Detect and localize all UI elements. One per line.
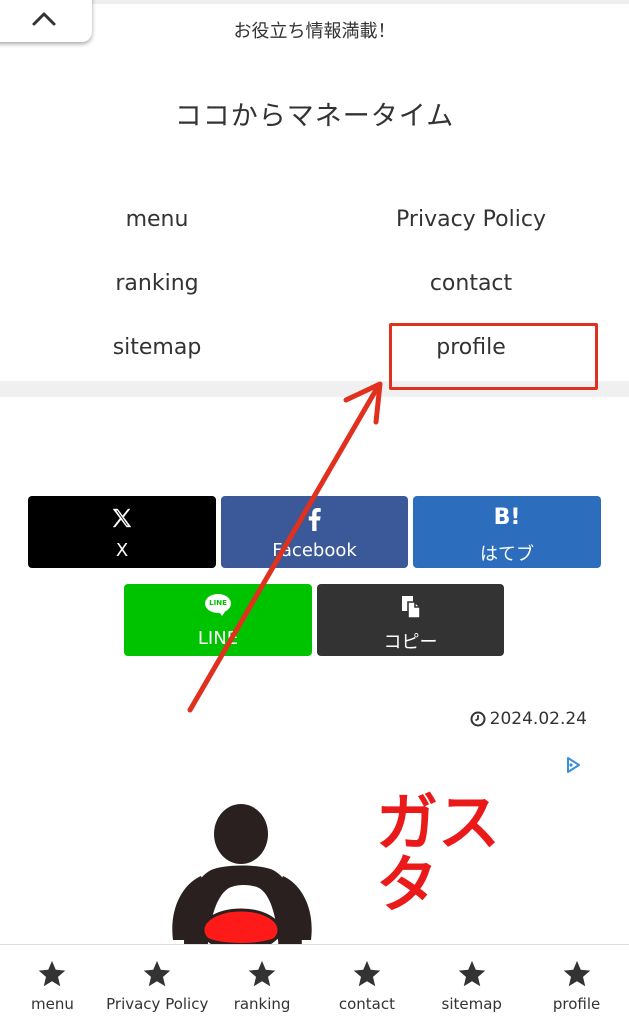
bottom-nav: menu Privacy Policy ranking contact site… (0, 944, 629, 1024)
share-x-label: X (115, 540, 129, 561)
nav-item-privacy-policy[interactable]: Privacy Policy (314, 207, 628, 232)
star-icon (458, 960, 485, 987)
bottom-nav-privacy-policy[interactable]: Privacy Policy (105, 945, 210, 1024)
post-date: 2024.02.24 (470, 709, 587, 729)
share-x-button[interactable]: X (28, 496, 216, 568)
star-icon (248, 960, 276, 987)
star-icon (353, 960, 381, 987)
nav-item-contact[interactable]: contact (314, 271, 628, 296)
bottom-nav-label: sitemap (441, 995, 502, 1013)
site-tagline: お役立ち情報満載！ (233, 21, 396, 42)
nav-item-sitemap[interactable]: sitemap (0, 335, 314, 360)
share-line-button[interactable]: LINE LINE (124, 584, 312, 656)
top-divider (0, 0, 629, 4)
share-copy-button[interactable]: コピー (317, 584, 504, 656)
bottom-nav-ranking[interactable]: ranking (210, 945, 315, 1024)
line-logo-icon: LINE (205, 594, 231, 616)
share-facebook-label: Facebook (272, 540, 357, 561)
bottom-nav-label: ranking (233, 995, 291, 1013)
nav-item-menu[interactable]: menu (0, 207, 314, 232)
post-date-text: 2024.02.24 (489, 709, 587, 729)
facebook-f-icon (308, 508, 321, 531)
star-icon (563, 960, 590, 987)
bottom-nav-contact[interactable]: contact (314, 945, 419, 1024)
person-illustration (172, 804, 312, 948)
bottom-nav-label: menu (30, 995, 74, 1013)
top-bar: お役立ち情報満載！ (0, 0, 629, 48)
page: お役立ち情報満載！ ココからマネータイム menu Privacy Policy… (0, 0, 629, 1024)
bottom-nav-profile[interactable]: profile (524, 945, 629, 1024)
highlight-annotation-box (389, 323, 598, 390)
bottom-nav-label: profile (552, 995, 601, 1013)
copy-icon (401, 596, 421, 619)
share-line-label: LINE (197, 628, 239, 649)
ad-banner-image[interactable]: ガスタ (100, 782, 560, 948)
site-title[interactable]: ココからマネータイム (0, 94, 629, 133)
share-copy-label: コピー (383, 632, 438, 653)
bottom-nav-label: Privacy Policy (106, 995, 209, 1013)
ad-text: ガスタ (376, 786, 501, 921)
share-hatena-button[interactable]: B! はてブ (413, 496, 601, 568)
share-hatena-label: はてブ (480, 544, 534, 565)
bottom-nav-label: contact (338, 995, 395, 1013)
x-logo-icon (112, 508, 132, 528)
clock-icon (470, 711, 486, 727)
share-facebook-button[interactable]: Facebook (221, 496, 408, 568)
bottom-nav-sitemap[interactable]: sitemap (419, 945, 524, 1024)
hatena-b-icon: B! (493, 505, 521, 530)
ad-choices-icon[interactable] (564, 756, 582, 774)
nav-item-ranking[interactable]: ranking (0, 271, 314, 296)
bottom-nav-menu[interactable]: menu (0, 945, 105, 1024)
star-icon (39, 960, 66, 987)
star-icon (143, 960, 171, 987)
